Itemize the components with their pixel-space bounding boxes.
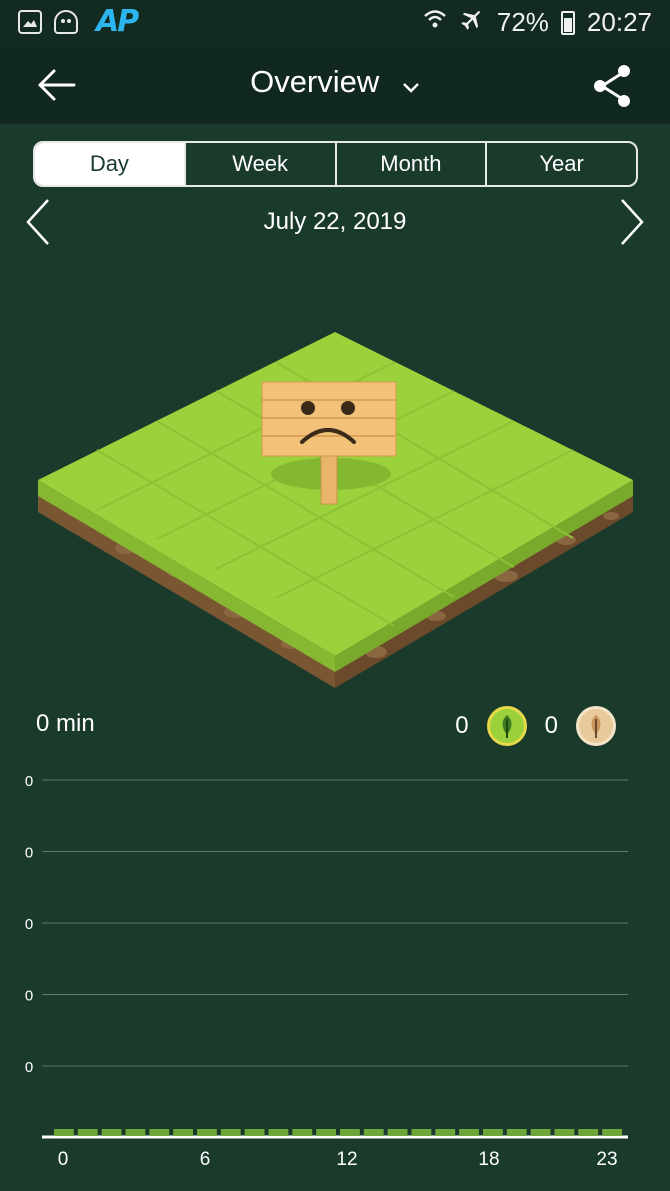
app-bar: Overview [0,46,670,124]
bar-hour-15 [411,1129,432,1136]
x-tick-label: 12 [336,1149,357,1170]
y-tick-label: 0 [25,916,33,933]
summary-row: 0 min 0 0 [0,700,670,750]
bar-hour-13 [363,1129,384,1136]
bar-hour-12 [340,1129,360,1136]
airplane-icon [459,6,485,39]
bar-hour-21 [554,1129,575,1136]
tab-day[interactable]: Day [35,143,184,185]
y-tick-label: 0 [25,988,33,1005]
bar-hour-2 [101,1129,122,1136]
dead-tree-count: 0 [544,712,558,739]
bar-hour-19 [506,1129,527,1136]
clock: 20:27 [586,7,652,37]
x-tick-label: 0 [58,1149,69,1170]
bar-hour-0 [54,1129,74,1136]
x-tick-label: 6 [200,1149,211,1170]
share-icon [594,65,630,107]
bar-hour-6 [197,1129,217,1136]
tab-month[interactable]: Month [334,143,486,185]
robot-icon [54,10,78,34]
hourly-bar-chart: 0 0 0 0 0 0 6 12 18 23 [25,773,628,1170]
bar-hour-9 [268,1129,289,1136]
ap-logo: AP [96,4,139,39]
healthy-tree-count: 0 [455,712,469,739]
bar-hour-14 [387,1129,408,1136]
healthy-tree-icon [486,706,527,746]
date-navigator: July 22, 2019 [0,196,670,250]
bar-hour-4 [149,1129,170,1136]
share-button[interactable] [590,62,634,110]
bar-hour-17 [459,1129,479,1136]
bar-hour-23 [602,1129,622,1136]
y-tick-label: 0 [25,845,33,862]
y-tick-label: 0 [25,1059,33,1076]
bar-hour-22 [578,1129,599,1136]
focus-time: 0 min [36,710,95,737]
wifi-icon [423,7,447,38]
bar-hour-11 [316,1129,336,1136]
period-tabs: Day Week Month Year [33,141,638,187]
battery-level: 72% [496,7,549,37]
chevron-down-icon [402,66,420,102]
tab-year[interactable]: Year [485,143,636,185]
battery-icon [560,10,575,35]
x-tick-label: 18 [478,1149,499,1170]
current-date: July 22, 2019 [263,208,407,235]
bar-hour-16 [435,1129,456,1136]
bar-hour-1 [77,1129,98,1136]
overview-dropdown[interactable]: Overview [0,64,670,102]
bar-hour-10 [292,1129,313,1136]
sad-sign [261,381,397,457]
bar-hour-8 [244,1129,265,1136]
bar-hour-5 [173,1129,193,1136]
withered-tree-icon [576,706,616,746]
page-title: Overview [250,64,380,99]
forest-island [36,326,636,696]
bar-hour-20 [530,1129,551,1136]
next-date-button[interactable] [618,198,646,246]
chevron-right-icon [621,199,644,245]
bar-hour-7 [220,1129,241,1136]
hourly-chart: 0 0 0 0 0 0 6 12 18 23 [0,760,670,1180]
x-tick-label: 23 [596,1149,617,1170]
y-tick-label: 0 [25,773,33,790]
gallery-icon [18,10,42,34]
bar-hour-18 [483,1129,503,1136]
tab-week[interactable]: Week [183,143,335,185]
status-bar: AP 72% 20:27 [0,0,670,46]
bar-hour-3 [125,1129,146,1136]
